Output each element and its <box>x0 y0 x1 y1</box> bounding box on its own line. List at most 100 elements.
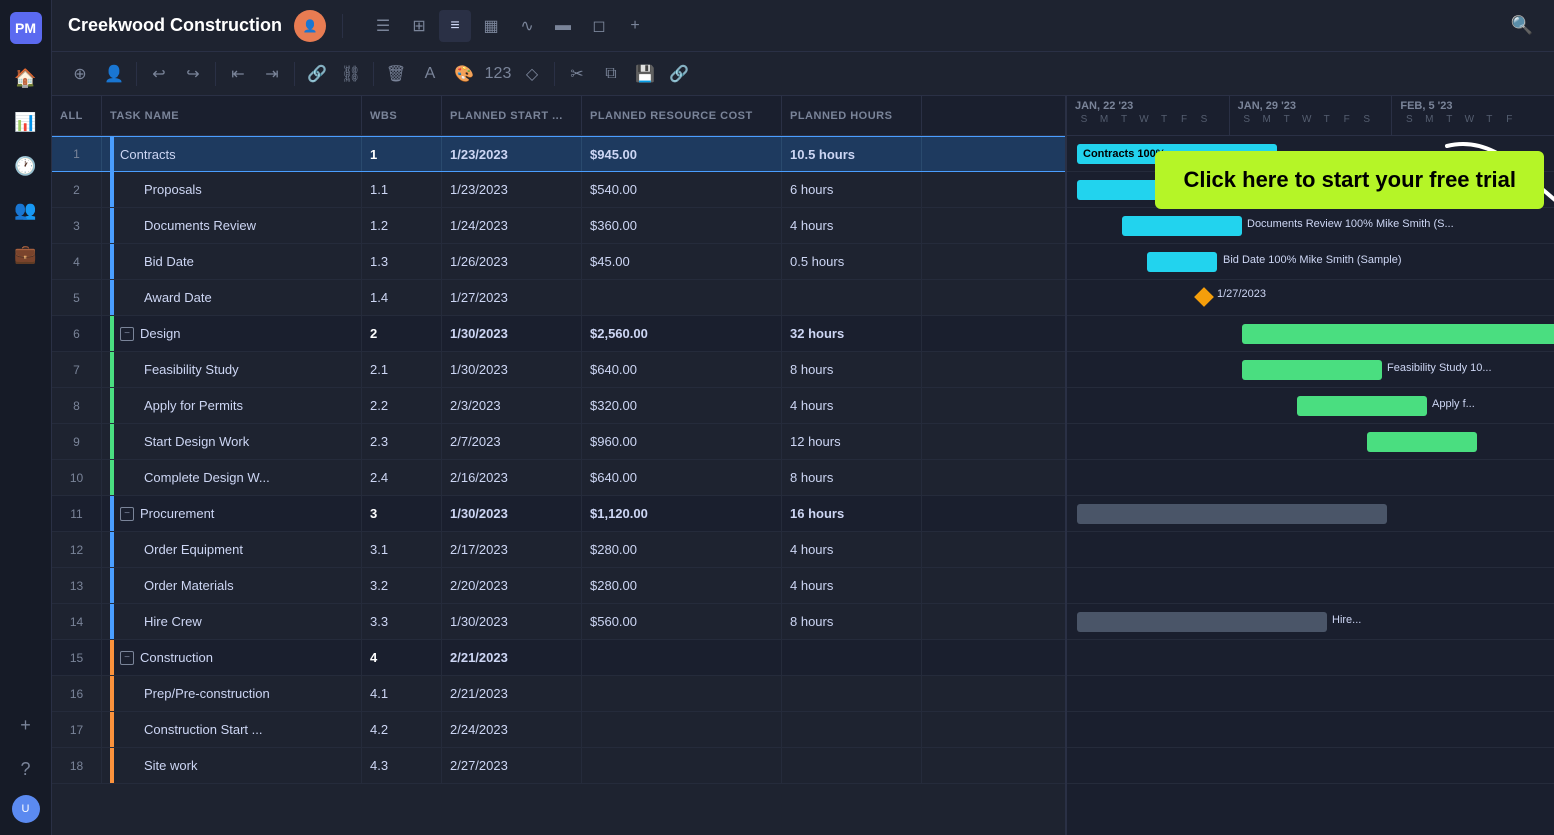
task-name-text: Start Design Work <box>120 434 249 449</box>
free-trial-text: Click here to start your free trial <box>1183 167 1516 192</box>
task-color-bar <box>110 280 114 315</box>
view-list-btn[interactable]: ☰ <box>367 10 399 42</box>
group-toggle[interactable]: − <box>120 651 134 665</box>
task-name-cell: Order Materials <box>102 568 362 603</box>
link-btn[interactable]: 🔗 <box>301 58 333 90</box>
view-calendar-btn[interactable]: ▬ <box>547 10 579 42</box>
task-name-cell: − Procurement <box>102 496 362 531</box>
copy-btn[interactable]: ⧉ <box>595 58 627 90</box>
gantt-row: 1/27/2023 <box>1067 280 1554 316</box>
task-name-text: Bid Date <box>120 254 194 269</box>
task-name-cell: Site work <box>102 748 362 783</box>
start-cell: 1/24/2023 <box>442 208 582 243</box>
sidebar-item-help[interactable]: ? <box>8 751 44 787</box>
hours-cell: 12 hours <box>782 424 922 459</box>
table-row[interactable]: 18 Site work 4.3 2/27/2023 <box>52 748 1065 784</box>
sidebar-item-home[interactable]: 🏠 <box>8 60 44 96</box>
table-row[interactable]: 4 Bid Date 1.3 1/26/2023 $45.00 0.5 hour… <box>52 244 1065 280</box>
table-row[interactable]: 12 Order Equipment 3.1 2/17/2023 $280.00… <box>52 532 1065 568</box>
sidebar-item-portfolio[interactable]: 💼 <box>8 236 44 272</box>
hours-cell: 8 hours <box>782 352 922 387</box>
day-t2: T <box>1480 114 1498 125</box>
task-name-text: Documents Review <box>120 218 256 233</box>
start-cell: 1/26/2023 <box>442 244 582 279</box>
view-columns-btn[interactable]: ⊞ <box>403 10 435 42</box>
delete-btn[interactable]: 🗑 <box>380 58 412 90</box>
table-row[interactable]: 14 Hire Crew 3.3 1/30/2023 $560.00 8 hou… <box>52 604 1065 640</box>
outdent-btn[interactable]: ⇤ <box>222 58 254 90</box>
shape-btn[interactable]: ◇ <box>516 58 548 90</box>
table-row[interactable]: 2 Proposals 1.1 1/23/2023 $540.00 6 hour… <box>52 172 1065 208</box>
gantt-row: Apply f... <box>1067 388 1554 424</box>
wbs-cell: 3.1 <box>362 532 442 567</box>
table-row[interactable]: 10 Complete Design W... 2.4 2/16/2023 $6… <box>52 460 1065 496</box>
add-task-btn[interactable]: ⊕ <box>64 58 96 90</box>
view-doc-btn[interactable]: ◻ <box>583 10 615 42</box>
task-name-text: Procurement <box>140 506 214 521</box>
hours-cell <box>782 748 922 783</box>
unlink-btn[interactable]: ⛓ <box>335 58 367 90</box>
user-avatar-sidebar[interactable]: U <box>12 795 40 823</box>
cut-btn[interactable]: ✂ <box>561 58 593 90</box>
undo-btn[interactable]: ↩ <box>143 58 175 90</box>
group-toggle[interactable]: − <box>120 507 134 521</box>
project-avatar[interactable]: 👤 <box>294 10 326 42</box>
sidebar-item-analytics[interactable]: 📊 <box>8 104 44 140</box>
text-btn[interactable]: A <box>414 58 446 90</box>
table-row[interactable]: 17 Construction Start ... 4.2 2/24/2023 <box>52 712 1065 748</box>
view-gantt-btn[interactable]: ≡ <box>439 10 471 42</box>
row-num: 10 <box>52 460 102 495</box>
table-row[interactable]: 8 Apply for Permits 2.2 2/3/2023 $320.00… <box>52 388 1065 424</box>
table-row[interactable]: 7 Feasibility Study 2.1 1/30/2023 $640.0… <box>52 352 1065 388</box>
cost-cell: $560.00 <box>582 604 782 639</box>
table-row[interactable]: 9 Start Design Work 2.3 2/7/2023 $960.00… <box>52 424 1065 460</box>
gantt-bar-label: Apply f... <box>1432 398 1475 410</box>
search-button[interactable]: 🔍 <box>1506 10 1538 42</box>
sidebar-item-add[interactable]: + <box>8 707 44 743</box>
table-row[interactable]: 15 − Construction 4 2/21/2023 <box>52 640 1065 676</box>
start-cell: 1/30/2023 <box>442 604 582 639</box>
gantt-chart: JAN, 22 '23 S M T W T F S JAN, 29 '23 S <box>1067 96 1554 835</box>
week-jan22: JAN, 22 '23 S M T W T F S <box>1067 96 1230 135</box>
sidebar-item-team[interactable]: 👥 <box>8 192 44 228</box>
task-name-text: Order Materials <box>120 578 234 593</box>
table-row[interactable]: 11 − Procurement 3 1/30/2023 $1,120.00 1… <box>52 496 1065 532</box>
redo-btn[interactable]: ↪ <box>177 58 209 90</box>
view-add-btn[interactable]: + <box>619 10 651 42</box>
gantt-bar <box>1077 504 1387 524</box>
indent-btn[interactable]: ⇥ <box>256 58 288 90</box>
add-user-btn[interactable]: 👤 <box>98 58 130 90</box>
row-num: 13 <box>52 568 102 603</box>
task-color-bar <box>110 388 114 423</box>
task-color-bar <box>110 640 114 675</box>
day-m: M <box>1258 114 1276 125</box>
view-table-btn[interactable]: ▦ <box>475 10 507 42</box>
row-num: 11 <box>52 496 102 531</box>
gantt-bar-label: Contracts 100% <box>1083 148 1166 160</box>
table-row[interactable]: 5 Award Date 1.4 1/27/2023 <box>52 280 1065 316</box>
secondary-toolbar: ⊕ 👤 ↩ ↪ ⇤ ⇥ 🔗 ⛓ 🗑 A 🎨 123 ◇ ✂ ⧉ 💾 🔗 <box>52 52 1554 96</box>
color-btn[interactable]: 🎨 <box>448 58 480 90</box>
table-row[interactable]: 6 − Design 2 1/30/2023 $2,560.00 32 hour… <box>52 316 1065 352</box>
free-trial-banner[interactable]: Click here to start your free trial <box>1155 151 1544 209</box>
task-name-text: Order Equipment <box>120 542 243 557</box>
table-row[interactable]: 1 Contracts 1 1/23/2023 $945.00 10.5 hou… <box>52 136 1065 172</box>
hours-cell <box>782 280 922 315</box>
group-toggle[interactable]: − <box>120 327 134 341</box>
col-header-cost: PLANNED RESOURCE COST <box>582 96 782 135</box>
hours-cell: 0.5 hours <box>782 244 922 279</box>
task-name-cell: Prep/Pre-construction <box>102 676 362 711</box>
share-link-btn[interactable]: 🔗 <box>663 58 695 90</box>
table-row[interactable]: 13 Order Materials 3.2 2/20/2023 $280.00… <box>52 568 1065 604</box>
task-name-text: Proposals <box>120 182 202 197</box>
app-logo[interactable]: PM <box>10 12 42 44</box>
sidebar-item-history[interactable]: 🕐 <box>8 148 44 184</box>
table-row[interactable]: 3 Documents Review 1.2 1/24/2023 $360.00… <box>52 208 1065 244</box>
view-timeline-btn[interactable]: ∿ <box>511 10 543 42</box>
number-btn[interactable]: 123 <box>482 58 514 90</box>
hours-cell <box>782 712 922 747</box>
wbs-cell: 4.3 <box>362 748 442 783</box>
save-btn[interactable]: 💾 <box>629 58 661 90</box>
table-row[interactable]: 16 Prep/Pre-construction 4.1 2/21/2023 <box>52 676 1065 712</box>
wbs-cell: 1.4 <box>362 280 442 315</box>
